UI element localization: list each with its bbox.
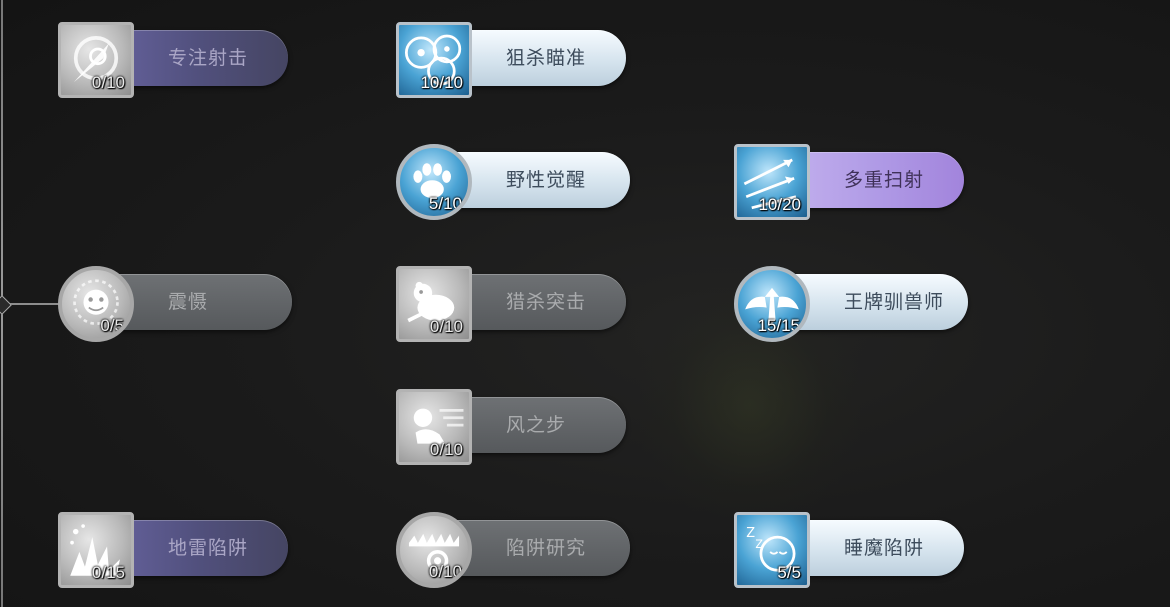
focus-shot-icon[interactable]: 0/10 (58, 22, 134, 98)
landmine-explosion-icon[interactable]: 0/15 (58, 512, 134, 588)
skill-name: 猎杀突击 (506, 291, 587, 313)
skill-duozhong-sweep[interactable]: 多重扫射 10/20 (734, 144, 966, 224)
skill-yexing-awaken[interactable]: 野性觉醒 5/10 (396, 144, 632, 224)
sleep-trap-icon[interactable]: ZZ 5/5 (734, 512, 810, 588)
skill-level-count: 0/10 (428, 562, 462, 581)
skill-level-count: 10/20 (758, 195, 801, 214)
skill-level-count: 0/10 (429, 317, 463, 336)
skill-zhenshe[interactable]: 震慑 0/5 (58, 266, 294, 346)
eagle-emblem-icon[interactable]: 15/15 (734, 266, 810, 342)
skill-name: 地雷陷阱 (168, 537, 249, 559)
skill-name: 多重扫射 (844, 169, 925, 191)
bear-trap-icon[interactable]: 0/10 (396, 512, 472, 588)
skill-jusha-aim[interactable]: 狙杀瞄准 10/10 (396, 22, 628, 102)
skill-name: 陷阱研究 (506, 537, 587, 559)
intimidate-icon[interactable]: 0/5 (58, 266, 134, 342)
tree-node-ornament (0, 295, 12, 315)
skill-wangpai-tamer[interactable]: 王牌驯兽师 15/15 (734, 266, 970, 346)
skill-name: 狙杀瞄准 (506, 47, 587, 69)
skill-level-count: 0/10 (429, 440, 463, 459)
skill-name: 震慑 (168, 291, 209, 313)
svg-text:Z: Z (746, 526, 755, 541)
skill-fengzhibu[interactable]: 风之步 0/10 (396, 389, 628, 469)
skill-level-count: 5/10 (428, 194, 462, 213)
skill-level-count: 10/10 (420, 73, 463, 92)
skill-zhuanzhu-shot[interactable]: 专注射击 0/10 (58, 22, 290, 102)
skill-name: 野性觉醒 (506, 169, 587, 191)
skill-xianjing-research[interactable]: 陷阱研究 0/10 (396, 512, 632, 592)
skill-level-count: 0/5 (100, 316, 124, 335)
wind-step-icon[interactable]: 0/10 (396, 389, 472, 465)
skill-dilei-trap[interactable]: 地雷陷阱 0/15 (58, 512, 290, 592)
skill-shuimo-trap[interactable]: 睡魔陷阱 ZZ 5/5 (734, 512, 966, 592)
svg-text:Z: Z (755, 538, 763, 551)
skill-name: 风之步 (506, 414, 567, 436)
skill-level-count: 0/10 (91, 73, 125, 92)
multi-arrow-icon[interactable]: 10/20 (734, 144, 810, 220)
hunting-beast-icon[interactable]: 0/10 (396, 266, 472, 342)
skill-liesha-assault[interactable]: 猎杀突击 0/10 (396, 266, 628, 346)
beast-paw-icon[interactable]: 5/10 (396, 144, 472, 220)
skill-name: 王牌驯兽师 (844, 291, 945, 313)
skill-name: 睡魔陷阱 (844, 537, 925, 559)
skill-level-count: 5/5 (777, 563, 801, 582)
skill-name: 专注射击 (168, 47, 249, 69)
skill-level-count: 15/15 (757, 316, 800, 335)
sniper-aim-icon[interactable]: 10/10 (396, 22, 472, 98)
skill-level-count: 0/15 (91, 563, 125, 582)
